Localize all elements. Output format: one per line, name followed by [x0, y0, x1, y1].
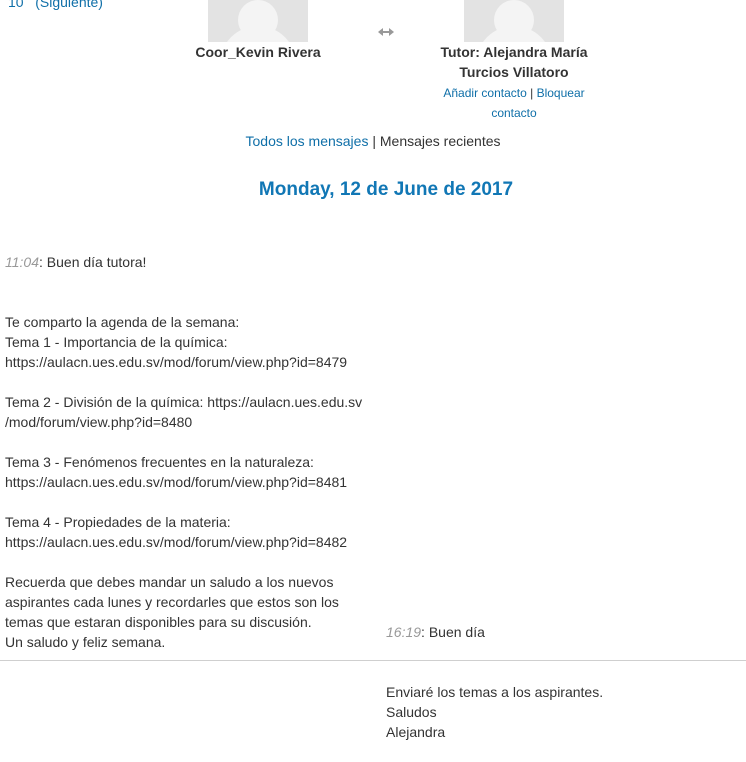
- contact-actions: Añadir contacto | Bloquear contacto: [430, 83, 598, 123]
- message-filters: Todos los mensajes | Mensajes recientes: [0, 133, 746, 149]
- message-body: Enviaré los temas a los aspirantes. Salu…: [386, 684, 604, 740]
- pagination: 10 (Siguiente): [8, 0, 103, 10]
- all-messages-link[interactable]: Todos los mensajes: [246, 133, 369, 149]
- message-item: 11:04: Buen día tutora! Te comparto la a…: [5, 212, 362, 672]
- right-user-name-line1: Tutor: Alejandra María: [440, 44, 588, 60]
- block-contact-link[interactable]: Bloquear: [537, 86, 585, 100]
- right-user-name[interactable]: Tutor: Alejandra María Turcios Villatoro: [424, 42, 604, 82]
- message-time: 11:04: [5, 254, 39, 270]
- divider: [0, 660, 746, 661]
- avatar-shoulders: [476, 26, 552, 42]
- date-heading: Monday, 12 de June de 2017: [258, 179, 514, 200]
- recent-messages-label: Mensajes recientes: [379, 133, 501, 149]
- block-contact-link-continued[interactable]: contacto: [491, 106, 536, 120]
- separator: |: [530, 86, 534, 100]
- message-first-line: : Buen día tutora!: [39, 254, 147, 270]
- swap-arrows-icon: [378, 28, 394, 36]
- next-page-link[interactable]: (Siguiente): [35, 0, 103, 10]
- message-item: 16:19: Buen día Enviaré los temas a los …: [386, 582, 603, 762]
- page-link[interactable]: 10: [8, 0, 24, 10]
- left-user-name[interactable]: Coor_Kevin Rivera: [178, 42, 338, 62]
- message-time: 16:19: [386, 624, 422, 640]
- left-user-avatar[interactable]: [208, 0, 308, 42]
- add-contact-link[interactable]: Añadir contacto: [443, 86, 526, 100]
- message-body: Te comparto la agenda de la semana: Tema…: [5, 314, 363, 650]
- separator: |: [372, 133, 376, 149]
- avatar-shoulders: [220, 26, 296, 42]
- message-first-line: : Buen día: [421, 624, 485, 640]
- right-user-name-line2: Turcios Villatoro: [459, 64, 569, 80]
- right-user-avatar[interactable]: [464, 0, 564, 42]
